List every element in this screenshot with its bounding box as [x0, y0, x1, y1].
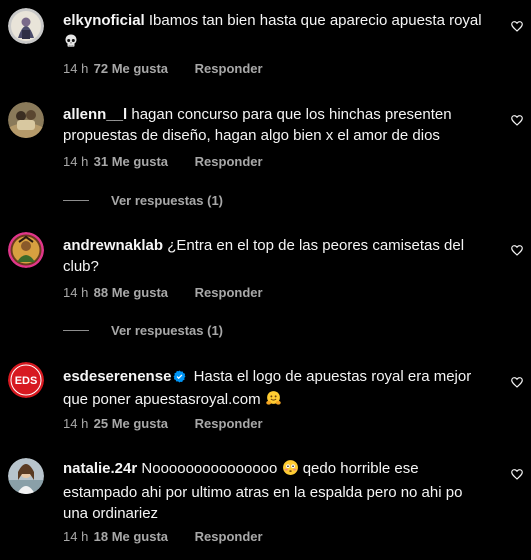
- comment-item: andrewnaklab ¿Entra en el top de las peo…: [0, 226, 531, 350]
- replies-divider-line: [63, 200, 89, 201]
- comment-text: natalie.24r Nooooooooooooooo qedo horrib…: [63, 458, 483, 524]
- skull-emoji: [63, 33, 79, 55]
- avatar[interactable]: [8, 102, 44, 138]
- avatar[interactable]: EDS: [8, 362, 44, 398]
- comment-item: natalie.24r Nooooooooooooooo qedo horrib…: [0, 450, 531, 560]
- heart-outline-icon[interactable]: [510, 375, 524, 389]
- comment-body: Ibamos tan bien hasta que aparecio apues…: [148, 12, 482, 29]
- heart-outline-icon[interactable]: [510, 467, 524, 481]
- hugging-face-emoji: [265, 390, 282, 413]
- view-replies-label[interactable]: Ver respuestas (1): [111, 323, 223, 338]
- verified-badge-icon: [173, 368, 186, 389]
- reply-button[interactable]: Responder: [195, 61, 263, 77]
- comment-body-start: Nooooooooooooooo: [141, 460, 278, 477]
- comment-likes[interactable]: 25 Me gusta: [94, 416, 168, 432]
- comment-username[interactable]: elkynoficial: [63, 12, 145, 29]
- comment-text: esdeserenense Hasta el logo de apuestas …: [63, 366, 483, 413]
- avatar-logo-text: EDS: [15, 375, 38, 387]
- reply-button[interactable]: Responder: [195, 416, 263, 432]
- comment-meta: 14 h 72 Me gusta Responder: [63, 61, 263, 77]
- avatar[interactable]: [8, 458, 44, 494]
- avatar[interactable]: [8, 232, 44, 268]
- comment-time: 14 h: [63, 416, 89, 431]
- comment-username[interactable]: allenn__l: [63, 106, 127, 123]
- comment-text: andrewnaklab ¿Entra en el top de las peo…: [63, 235, 483, 277]
- comment-item: elkynoficial Ibamos tan bien hasta que a…: [0, 0, 531, 90]
- replies-divider-line: [63, 330, 89, 331]
- comment-likes[interactable]: 31 Me gusta: [94, 154, 168, 170]
- reply-button[interactable]: Responder: [195, 154, 263, 170]
- comment-time: 14 h: [63, 154, 89, 169]
- comment-text: allenn__l hagan concurso para que los hi…: [63, 104, 483, 146]
- reply-button[interactable]: Responder: [195, 529, 263, 545]
- view-replies-button[interactable]: Ver respuestas (1): [63, 323, 223, 338]
- comment-text: elkynoficial Ibamos tan bien hasta que a…: [63, 10, 483, 55]
- comment-likes[interactable]: 18 Me gusta: [94, 529, 168, 545]
- comment-time: 14 h: [63, 61, 89, 76]
- heart-outline-icon[interactable]: [510, 243, 524, 257]
- comment-meta: 14 h 18 Me gusta Responder: [63, 529, 263, 545]
- comment-meta: 14 h 25 Me gusta Responder: [63, 416, 263, 432]
- reply-button[interactable]: Responder: [195, 285, 263, 301]
- heart-outline-icon[interactable]: [510, 19, 524, 33]
- comment-username[interactable]: andrewnaklab: [63, 237, 163, 254]
- comment-time: 14 h: [63, 529, 89, 544]
- comment-time: 14 h: [63, 285, 89, 300]
- heart-outline-icon[interactable]: [510, 113, 524, 127]
- comment-item: EDS esdeserenense Hasta el logo de apues…: [0, 356, 531, 448]
- comment-username[interactable]: natalie.24r: [63, 460, 137, 477]
- view-replies-label[interactable]: Ver respuestas (1): [111, 193, 223, 208]
- comment-likes[interactable]: 72 Me gusta: [94, 61, 168, 77]
- comment-meta: 14 h 31 Me gusta Responder: [63, 154, 263, 170]
- comment-likes[interactable]: 88 Me gusta: [94, 285, 168, 301]
- avatar[interactable]: [8, 8, 44, 44]
- flushed-face-emoji: [282, 459, 299, 482]
- view-replies-button[interactable]: Ver respuestas (1): [63, 193, 223, 208]
- comment-username[interactable]: esdeserenense: [63, 368, 171, 385]
- comment-item: allenn__l hagan concurso para que los hi…: [0, 96, 531, 226]
- comment-meta: 14 h 88 Me gusta Responder: [63, 285, 263, 301]
